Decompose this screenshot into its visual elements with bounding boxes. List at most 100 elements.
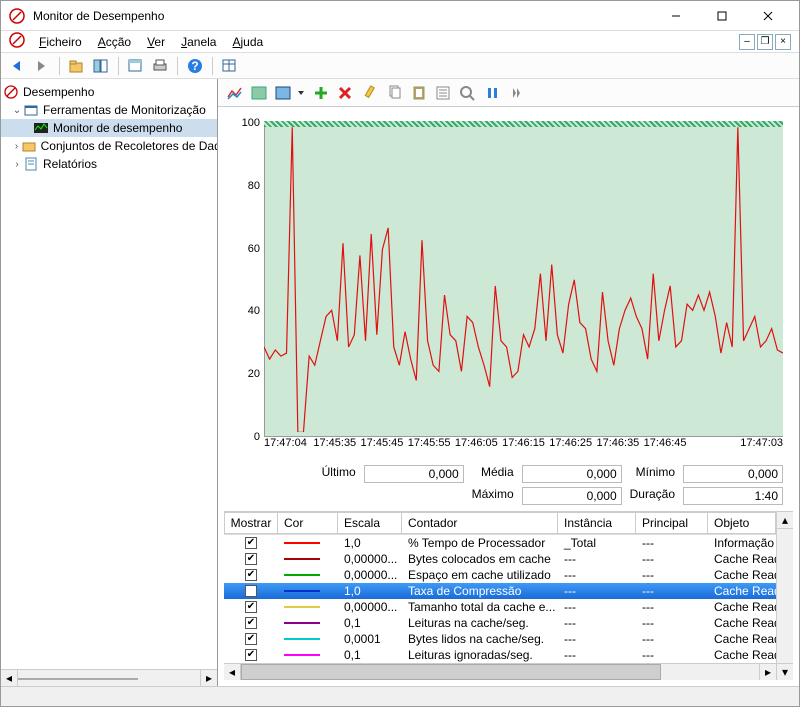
show-checkbox[interactable]: ✔ <box>245 649 257 661</box>
open-icon[interactable] <box>66 55 88 77</box>
show-checkbox[interactable]: ✔ <box>245 537 257 549</box>
tree-monitor[interactable]: Monitor de desempenho <box>1 119 217 137</box>
scroll-right-icon[interactable]: ▸ <box>200 670 217 686</box>
legend-row[interactable]: ✔0,00000...Tamanho total da cache e...--… <box>224 599 776 615</box>
col-objeto[interactable]: Objeto <box>708 512 776 534</box>
app-icon <box>9 8 25 24</box>
show-checkbox[interactable]: ✔ <box>245 569 257 581</box>
zoom-icon[interactable] <box>456 82 478 104</box>
add-counter-icon[interactable] <box>310 82 332 104</box>
window-title: Monitor de Desempenho <box>33 9 653 23</box>
legend-row[interactable]: ✔0,00000...Espaço em cache utilizado----… <box>224 567 776 583</box>
back-button[interactable] <box>7 55 29 77</box>
tree-pane: Desempenho ⌄ Ferramentas de Monitorizaçã… <box>1 79 218 686</box>
stat-minimo-value: 0,000 <box>683 465 783 483</box>
mdi-min-button[interactable]: – <box>739 34 755 50</box>
legend-row[interactable]: ✔0,0001Bytes lidos na cache/seg.------Ca… <box>224 631 776 647</box>
legend-header: Mostrar Cor Escala Contador Instância Pr… <box>224 512 776 535</box>
tree-tools[interactable]: ⌄ Ferramentas de Monitorização <box>1 101 217 119</box>
stat-minimo-label: Mínimo <box>630 465 675 483</box>
scroll-down-icon[interactable]: ▾ <box>777 663 793 680</box>
app-icon-small <box>9 32 25 51</box>
col-principal[interactable]: Principal <box>636 512 708 534</box>
mdi-close-button[interactable]: × <box>775 34 791 50</box>
view-chart-icon[interactable] <box>224 82 246 104</box>
legend: Mostrar Cor Escala Contador Instância Pr… <box>224 511 793 680</box>
freeze-icon[interactable] <box>482 82 504 104</box>
scroll-right-icon[interactable]: ▸ <box>759 664 776 680</box>
remove-counter-icon[interactable] <box>334 82 356 104</box>
col-contador[interactable]: Contador <box>402 512 558 534</box>
scroll-left-icon[interactable]: ◂ <box>224 664 241 680</box>
highlight-icon[interactable] <box>358 82 380 104</box>
legend-row[interactable]: ✔0,1Leituras ignoradas/seg.------Cache R… <box>224 647 776 663</box>
plot[interactable] <box>264 117 783 437</box>
main-toolbar: ? <box>1 53 799 79</box>
stat-maximo-label: Máximo <box>472 487 514 505</box>
view-histogram-icon[interactable] <box>248 82 270 104</box>
view-dropdown-icon[interactable] <box>296 82 306 104</box>
legend-row[interactable]: ✔1,0% Tempo de Processador_Total---Infor… <box>224 535 776 551</box>
menu-accao[interactable]: Acção <box>90 33 139 51</box>
stat-ultimo-label: Último <box>322 465 356 483</box>
menu-ficheiro[interactable]: Ficheiro <box>31 33 90 51</box>
tools-icon <box>23 102 39 118</box>
expand-icon[interactable]: › <box>11 141 22 152</box>
properties-icon[interactable] <box>432 82 454 104</box>
col-mostrar[interactable]: Mostrar <box>224 512 278 534</box>
tree-collectors[interactable]: › Conjuntos de Recoletores de Dados <box>1 137 217 155</box>
show-checkbox[interactable]: ✔ <box>245 617 257 629</box>
stat-media-label: Média <box>472 465 514 483</box>
show-checkbox[interactable]: ✔ <box>245 553 257 565</box>
col-instancia[interactable]: Instância <box>558 512 636 534</box>
y-axis: 020406080100 <box>228 117 264 437</box>
tree-reports[interactable]: › Relatórios <box>1 155 217 173</box>
legend-row[interactable]: ✔0,1Leituras na cache/seg.------Cache Re… <box>224 615 776 631</box>
view-report-icon[interactable] <box>272 82 294 104</box>
close-button[interactable] <box>745 1 791 31</box>
expand-icon[interactable]: › <box>11 159 23 170</box>
legend-scrollbar-v[interactable]: ▴ ▾ <box>776 512 793 680</box>
perf-icon <box>3 84 19 100</box>
copy-icon[interactable] <box>384 82 406 104</box>
collapse-icon[interactable]: ⌄ <box>11 105 23 116</box>
scroll-up-icon[interactable]: ▴ <box>777 512 793 529</box>
stat-media-value: 0,000 <box>522 465 622 483</box>
stat-duracao-value: 1:40 <box>683 487 783 505</box>
legend-row[interactable]: ✔0,00000...Bytes colocados em cache-----… <box>224 551 776 567</box>
update-icon[interactable] <box>506 82 528 104</box>
menubar: Ficheiro Acção Ver Janela Ajuda – ❐ × <box>1 31 799 53</box>
menu-ajuda[interactable]: Ajuda <box>224 33 271 51</box>
layout-icon[interactable] <box>219 55 241 77</box>
legend-row[interactable]: ✔1,0Taxa de Compressão------Cache ReadyB <box>224 583 776 599</box>
chart-area: 020406080100 17:47:0417:45:3517:45:4517:… <box>218 107 799 459</box>
tree-scrollbar-h[interactable]: ◂ ▸ <box>1 669 217 686</box>
paste-icon[interactable] <box>408 82 430 104</box>
legend-scrollbar-h[interactable]: ◂ ▸ <box>224 663 776 680</box>
new-window-icon[interactable] <box>125 55 147 77</box>
tree-root[interactable]: Desempenho <box>1 83 217 101</box>
scroll-thumb[interactable] <box>18 678 138 680</box>
menu-ver[interactable]: Ver <box>139 33 173 51</box>
show-checkbox[interactable]: ✔ <box>245 601 257 613</box>
forward-button[interactable] <box>31 55 53 77</box>
menu-janela[interactable]: Janela <box>173 33 224 51</box>
statusbar <box>1 686 799 706</box>
svg-text:?: ? <box>191 59 198 73</box>
panes-icon[interactable] <box>90 55 112 77</box>
maximize-button[interactable] <box>699 1 745 31</box>
scroll-thumb[interactable] <box>241 664 661 680</box>
mdi-restore-button[interactable]: ❐ <box>757 34 773 50</box>
chart-toolbar <box>218 79 799 107</box>
stats-panel: Último 0,000 Média 0,000 Mínimo 0,000 Má… <box>218 459 799 511</box>
col-escala[interactable]: Escala <box>338 512 402 534</box>
show-checkbox[interactable]: ✔ <box>245 585 257 597</box>
print-icon[interactable] <box>149 55 171 77</box>
report-icon <box>23 156 39 172</box>
show-checkbox[interactable]: ✔ <box>245 633 257 645</box>
titlebar: Monitor de Desempenho <box>1 1 799 31</box>
col-cor[interactable]: Cor <box>278 512 338 534</box>
help-icon[interactable]: ? <box>184 55 206 77</box>
scroll-left-icon[interactable]: ◂ <box>1 670 18 686</box>
minimize-button[interactable] <box>653 1 699 31</box>
